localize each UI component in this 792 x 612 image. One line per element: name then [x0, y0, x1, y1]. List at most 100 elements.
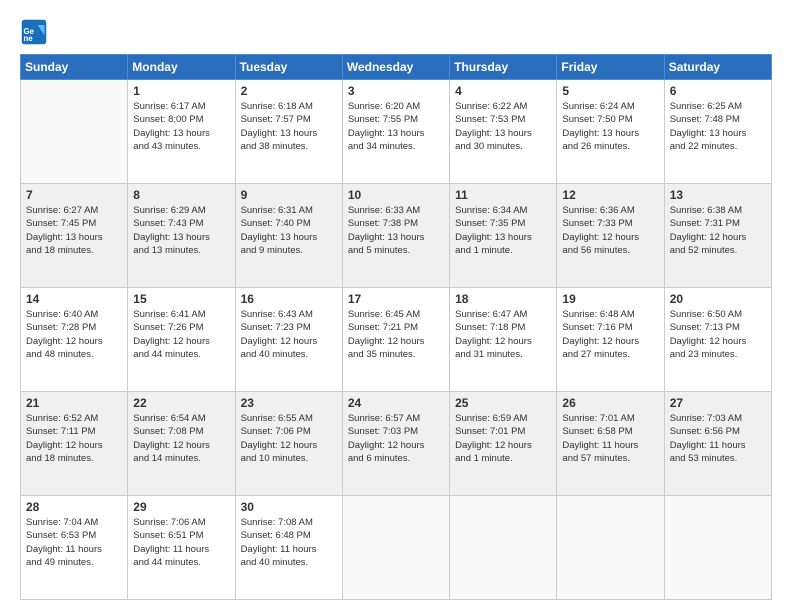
day-number: 17: [348, 292, 444, 306]
calendar-cell: 30 Sunrise: 7:08 AM Sunset: 6:48 PM Dayli…: [235, 496, 342, 600]
calendar-cell: 1 Sunrise: 6:17 AM Sunset: 8:00 PM Daylig…: [128, 80, 235, 184]
day-number: 25: [455, 396, 551, 410]
day-info: Sunrise: 6:40 AM Sunset: 7:28 PM Dayligh…: [26, 308, 122, 361]
day-info: Sunrise: 6:33 AM Sunset: 7:38 PM Dayligh…: [348, 204, 444, 257]
day-info: Sunrise: 6:36 AM Sunset: 7:33 PM Dayligh…: [562, 204, 658, 257]
calendar-cell: 27 Sunrise: 7:03 AM Sunset: 6:56 PM Dayli…: [664, 392, 771, 496]
day-info: Sunrise: 6:20 AM Sunset: 7:55 PM Dayligh…: [348, 100, 444, 153]
day-info: Sunrise: 6:50 AM Sunset: 7:13 PM Dayligh…: [670, 308, 766, 361]
calendar-cell: 21 Sunrise: 6:52 AM Sunset: 7:11 PM Dayli…: [21, 392, 128, 496]
day-number: 30: [241, 500, 337, 514]
calendar-cell: [342, 496, 449, 600]
day-header-sunday: Sunday: [21, 55, 128, 80]
header: Ge ne: [20, 18, 772, 46]
calendar-week-5: 28 Sunrise: 7:04 AM Sunset: 6:53 PM Dayli…: [21, 496, 772, 600]
day-number: 12: [562, 188, 658, 202]
calendar-cell: 23Sunrise: 6:55 AM Sunset: 7:06 PM Dayli…: [235, 392, 342, 496]
day-info: Sunrise: 6:43 AM Sunset: 7:23 PM Dayligh…: [241, 308, 337, 361]
calendar-cell: [664, 496, 771, 600]
day-number: 7: [26, 188, 122, 202]
day-number: 13: [670, 188, 766, 202]
page: Ge ne SundayMondayTuesdayWednesdayThursd…: [0, 0, 792, 612]
day-info: Sunrise: 6:52 AM Sunset: 7:11 PM Dayligh…: [26, 412, 122, 465]
calendar-cell: 16 Sunrise: 6:43 AM Sunset: 7:23 PM Dayli…: [235, 288, 342, 392]
calendar-cell: [21, 80, 128, 184]
day-info: Sunrise: 7:08 AM Sunset: 6:48 PM Dayligh…: [241, 516, 337, 569]
day-info: Sunrise: 6:27 AM Sunset: 7:45 PM Dayligh…: [26, 204, 122, 257]
logo-icon: Ge ne: [20, 18, 48, 46]
day-header-tuesday: Tuesday: [235, 55, 342, 80]
day-info: Sunrise: 6:18 AM Sunset: 7:57 PM Dayligh…: [241, 100, 337, 153]
calendar-week-1: 1 Sunrise: 6:17 AM Sunset: 8:00 PM Daylig…: [21, 80, 772, 184]
day-number: 9: [241, 188, 337, 202]
day-number: 5: [562, 84, 658, 98]
day-info: Sunrise: 6:41 AM Sunset: 7:26 PM Dayligh…: [133, 308, 229, 361]
day-number: 3: [348, 84, 444, 98]
day-number: 19: [562, 292, 658, 306]
day-info: Sunrise: 6:57 AM Sunset: 7:03 PM Dayligh…: [348, 412, 444, 465]
day-info: Sunrise: 6:55 AM Sunset: 7:06 PM Dayligh…: [241, 412, 337, 465]
day-header-row: SundayMondayTuesdayWednesdayThursdayFrid…: [21, 55, 772, 80]
calendar-cell: 11Sunrise: 6:34 AM Sunset: 7:35 PM Dayli…: [450, 184, 557, 288]
day-info: Sunrise: 6:31 AM Sunset: 7:40 PM Dayligh…: [241, 204, 337, 257]
calendar-week-3: 14Sunrise: 6:40 AM Sunset: 7:28 PM Dayli…: [21, 288, 772, 392]
calendar-cell: 8Sunrise: 6:29 AM Sunset: 7:43 PM Daylig…: [128, 184, 235, 288]
day-number: 22: [133, 396, 229, 410]
day-info: Sunrise: 6:45 AM Sunset: 7:21 PM Dayligh…: [348, 308, 444, 361]
calendar-week-4: 21 Sunrise: 6:52 AM Sunset: 7:11 PM Dayli…: [21, 392, 772, 496]
calendar-cell: 18 Sunrise: 6:47 AM Sunset: 7:18 PM Dayli…: [450, 288, 557, 392]
day-info: Sunrise: 6:48 AM Sunset: 7:16 PM Dayligh…: [562, 308, 658, 361]
day-header-friday: Friday: [557, 55, 664, 80]
day-info: Sunrise: 7:06 AM Sunset: 6:51 PM Dayligh…: [133, 516, 229, 569]
day-info: Sunrise: 7:04 AM Sunset: 6:53 PM Dayligh…: [26, 516, 122, 569]
day-info: Sunrise: 6:59 AM Sunset: 7:01 PM Dayligh…: [455, 412, 551, 465]
calendar-cell: 26Sunrise: 7:01 AM Sunset: 6:58 PM Dayli…: [557, 392, 664, 496]
day-info: Sunrise: 6:38 AM Sunset: 7:31 PM Dayligh…: [670, 204, 766, 257]
day-info: Sunrise: 6:25 AM Sunset: 7:48 PM Dayligh…: [670, 100, 766, 153]
calendar-cell: 25 Sunrise: 6:59 AM Sunset: 7:01 PM Dayli…: [450, 392, 557, 496]
day-number: 15: [133, 292, 229, 306]
day-info: Sunrise: 6:22 AM Sunset: 7:53 PM Dayligh…: [455, 100, 551, 153]
day-number: 4: [455, 84, 551, 98]
day-info: Sunrise: 6:54 AM Sunset: 7:08 PM Dayligh…: [133, 412, 229, 465]
day-info: Sunrise: 6:24 AM Sunset: 7:50 PM Dayligh…: [562, 100, 658, 153]
calendar-table: SundayMondayTuesdayWednesdayThursdayFrid…: [20, 54, 772, 600]
day-number: 8: [133, 188, 229, 202]
day-number: 21: [26, 396, 122, 410]
day-number: 29: [133, 500, 229, 514]
day-number: 2: [241, 84, 337, 98]
day-number: 28: [26, 500, 122, 514]
day-number: 16: [241, 292, 337, 306]
day-header-thursday: Thursday: [450, 55, 557, 80]
day-number: 1: [133, 84, 229, 98]
calendar-cell: 17 Sunrise: 6:45 AM Sunset: 7:21 PM Dayli…: [342, 288, 449, 392]
calendar-cell: 14Sunrise: 6:40 AM Sunset: 7:28 PM Dayli…: [21, 288, 128, 392]
calendar-cell: 22 Sunrise: 6:54 AM Sunset: 7:08 PM Dayli…: [128, 392, 235, 496]
calendar-cell: 12 Sunrise: 6:36 AM Sunset: 7:33 PM Dayli…: [557, 184, 664, 288]
calendar-cell: 20 Sunrise: 6:50 AM Sunset: 7:13 PM Dayli…: [664, 288, 771, 392]
day-info: Sunrise: 6:47 AM Sunset: 7:18 PM Dayligh…: [455, 308, 551, 361]
day-header-wednesday: Wednesday: [342, 55, 449, 80]
day-number: 18: [455, 292, 551, 306]
day-number: 11: [455, 188, 551, 202]
day-number: 10: [348, 188, 444, 202]
calendar-cell: 9 Sunrise: 6:31 AM Sunset: 7:40 PM Daylig…: [235, 184, 342, 288]
calendar-cell: 7 Sunrise: 6:27 AM Sunset: 7:45 PM Daylig…: [21, 184, 128, 288]
calendar-cell: 29 Sunrise: 7:06 AM Sunset: 6:51 PM Dayli…: [128, 496, 235, 600]
calendar-cell: 15 Sunrise: 6:41 AM Sunset: 7:26 PM Dayli…: [128, 288, 235, 392]
day-info: Sunrise: 7:03 AM Sunset: 6:56 PM Dayligh…: [670, 412, 766, 465]
day-number: 6: [670, 84, 766, 98]
day-header-monday: Monday: [128, 55, 235, 80]
calendar-week-2: 7 Sunrise: 6:27 AM Sunset: 7:45 PM Daylig…: [21, 184, 772, 288]
logo: Ge ne: [20, 18, 52, 46]
day-info: Sunrise: 6:17 AM Sunset: 8:00 PM Dayligh…: [133, 100, 229, 153]
day-number: 27: [670, 396, 766, 410]
calendar-cell: 5 Sunrise: 6:24 AM Sunset: 7:50 PM Daylig…: [557, 80, 664, 184]
day-number: 24: [348, 396, 444, 410]
day-number: 26: [562, 396, 658, 410]
calendar-cell: 13 Sunrise: 6:38 AM Sunset: 7:31 PM Dayli…: [664, 184, 771, 288]
calendar-cell: 3 Sunrise: 6:20 AM Sunset: 7:55 PM Daylig…: [342, 80, 449, 184]
calendar-cell: 19 Sunrise: 6:48 AM Sunset: 7:16 PM Dayli…: [557, 288, 664, 392]
calendar-cell: [557, 496, 664, 600]
day-number: 20: [670, 292, 766, 306]
